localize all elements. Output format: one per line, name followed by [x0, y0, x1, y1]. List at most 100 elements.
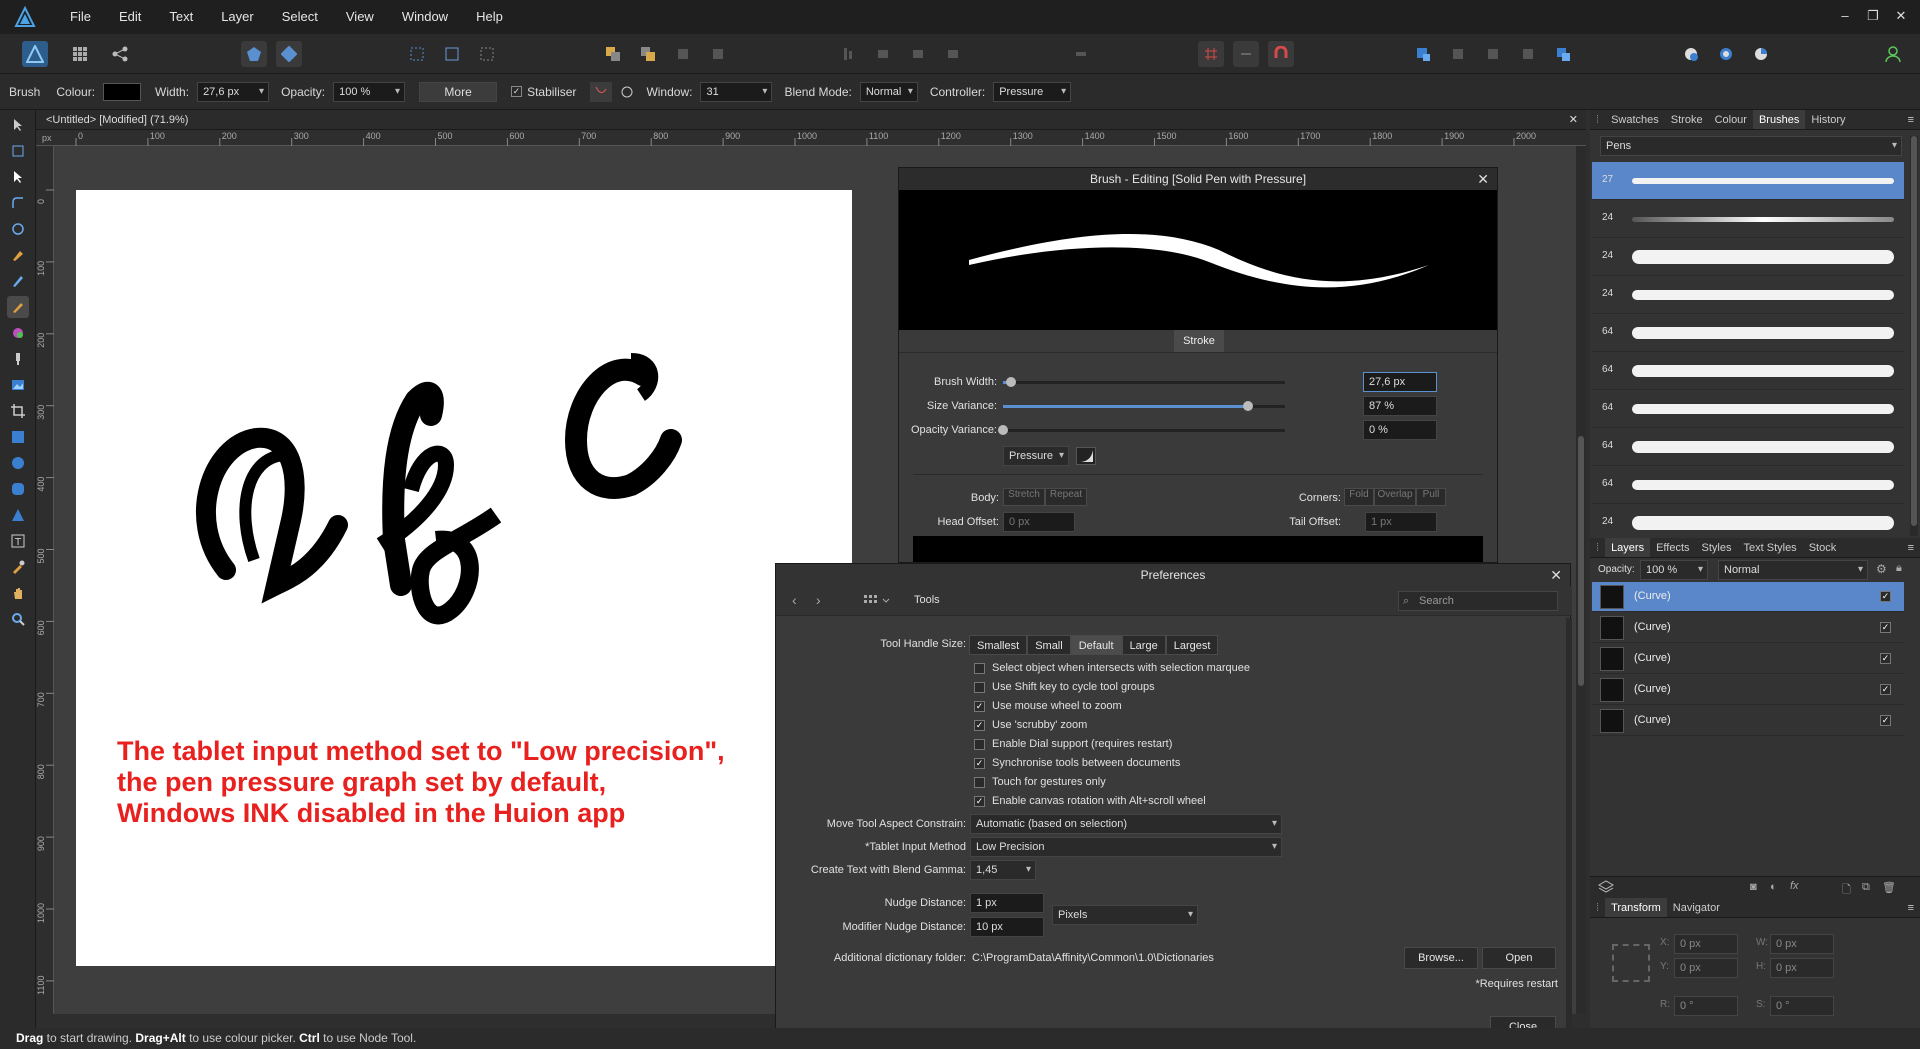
boolean-add-icon[interactable] — [1445, 41, 1471, 67]
preferences-close-icon[interactable]: ✕ — [1550, 564, 1562, 586]
corners-overlap-option[interactable]: Overlap — [1374, 488, 1416, 506]
brush-item[interactable]: 27 — [1592, 162, 1904, 200]
panel-grip[interactable]: ⁞ — [1590, 898, 1605, 917]
layer-lock-icon[interactable]: 🔒︎ — [1896, 562, 1902, 575]
panel-grip[interactable]: ⁞ — [1590, 538, 1605, 557]
size-variance-slider[interactable] — [1003, 401, 1285, 411]
corner-tool-icon[interactable] — [7, 192, 29, 214]
stabiliser-checkbox[interactable]: ✓ — [511, 86, 523, 97]
layer-row[interactable]: (Curve) ✓ — [1592, 675, 1904, 705]
brush-width-field[interactable]: 27,6 px — [1363, 372, 1437, 392]
layer-visibility-checkbox[interactable]: ✓ — [1880, 591, 1891, 602]
layer-row[interactable]: (Curve) ✓ — [1592, 706, 1904, 736]
menu-help[interactable]: Help — [462, 0, 517, 34]
panel-grip[interactable]: ⁞ — [1590, 110, 1605, 129]
pref-checkbox[interactable] — [974, 663, 985, 674]
colour-picker-icon[interactable] — [7, 556, 29, 578]
align-top-icon[interactable] — [940, 41, 966, 67]
text-tool-icon[interactable]: T — [7, 530, 29, 552]
layer-visibility-checkbox[interactable]: ✓ — [1880, 653, 1891, 664]
handle-size-large[interactable]: Large — [1121, 635, 1166, 655]
pref-checkbox[interactable]: ✓ — [974, 701, 985, 712]
node-tool-icon[interactable] — [7, 166, 29, 188]
fx-icon[interactable]: fx — [1790, 880, 1799, 892]
colour-swatch[interactable] — [103, 82, 142, 101]
brush-category-select[interactable]: Pens — [1600, 136, 1902, 156]
pref-checkbox[interactable]: ✓ — [974, 720, 985, 731]
preferences-icon[interactable] — [276, 41, 302, 67]
brush-item[interactable]: 64 — [1592, 466, 1904, 504]
panel-menu-icon[interactable]: ≡ — [1902, 110, 1920, 129]
grid-view-icon[interactable] — [864, 593, 892, 609]
crop-tool-icon[interactable] — [7, 400, 29, 422]
designer-persona-icon[interactable] — [22, 41, 48, 67]
rounded-rect-tool-icon[interactable] — [7, 478, 29, 500]
minimize-icon[interactable]: ‒ — [1832, 0, 1858, 34]
pen-tool-icon[interactable] — [7, 244, 29, 266]
document-tab[interactable]: <Untitled> [Modified] (71.9%) ✕ — [36, 110, 1586, 130]
head-offset-field[interactable]: 0 px — [1003, 512, 1075, 532]
point-transform-icon[interactable] — [7, 218, 29, 240]
handle-size-small[interactable]: Small — [1027, 635, 1071, 655]
vector-brush-tool-icon[interactable] — [7, 296, 29, 318]
menu-file[interactable]: File — [56, 0, 105, 34]
view-mode-icon-3[interactable] — [1748, 41, 1774, 67]
transform-y-field[interactable]: 0 px — [1674, 958, 1738, 978]
handle-size-smallest[interactable]: Smallest — [969, 635, 1028, 655]
brush-item[interactable]: 24 — [1592, 276, 1904, 314]
pref-checkbox[interactable]: ✓ — [974, 758, 985, 769]
panel-tab-swatches[interactable]: Swatches — [1605, 110, 1665, 129]
arrange-back-icon[interactable] — [600, 41, 626, 67]
transform-icon[interactable] — [1068, 41, 1094, 67]
arrange-forward-icon[interactable] — [635, 41, 661, 67]
menu-layer[interactable]: Layer — [207, 0, 268, 34]
corners-pull-option[interactable]: Pull — [1416, 488, 1446, 506]
panel-tab-stroke[interactable]: Stroke — [1665, 110, 1709, 129]
rope-mode-icon[interactable] — [590, 81, 613, 102]
nudge-distance-field[interactable]: 1 px — [970, 893, 1044, 913]
body-stretch-option[interactable]: Stretch — [1003, 488, 1045, 506]
open-button[interactable]: Open — [1482, 947, 1556, 969]
nudge-units-select[interactable]: Pixels — [1052, 905, 1198, 925]
artboard[interactable] — [76, 190, 852, 966]
adjustment-icon[interactable]: ◐ — [1770, 881, 1777, 893]
opacity-variance-field[interactable]: 0 % — [1363, 420, 1437, 440]
width-field[interactable]: 27,6 px — [197, 81, 270, 102]
corners-fold-option[interactable]: Fold — [1344, 488, 1374, 506]
panel-tab-history[interactable]: History — [1805, 110, 1851, 129]
assistant-icon[interactable] — [241, 41, 267, 67]
snapping-magnet-icon[interactable] — [1268, 41, 1294, 67]
panel-tab-navigator[interactable]: Navigator — [1667, 898, 1726, 917]
artboard-tool-icon[interactable] — [7, 140, 29, 162]
account-icon[interactable] — [1880, 41, 1906, 67]
layers-blend-select[interactable]: Normal — [1718, 560, 1868, 580]
layer-visibility-checkbox[interactable]: ✓ — [1880, 622, 1891, 633]
view-mode-icon-2[interactable] — [1713, 41, 1739, 67]
handle-size-largest[interactable]: Largest — [1165, 635, 1219, 655]
zoom-tool-icon[interactable] — [7, 608, 29, 630]
pref-checkbox[interactable] — [974, 777, 985, 788]
move-tool-aspect-select[interactable]: Automatic (based on selection) — [970, 814, 1282, 834]
brush-dialog-close-icon[interactable]: ✕ — [1477, 168, 1489, 190]
move-tool-icon[interactable] — [7, 114, 29, 136]
transform-anchor-icon[interactable] — [1612, 944, 1650, 982]
brush-item[interactable]: 24 — [1592, 200, 1904, 238]
brush-width-slider[interactable] — [1003, 377, 1285, 387]
body-repeat-option[interactable]: Repeat — [1045, 488, 1087, 506]
close-window-icon[interactable]: ✕ — [1888, 0, 1914, 34]
brush-item[interactable]: 24 — [1592, 504, 1904, 542]
panel-tab-brushes[interactable]: Brushes — [1752, 110, 1806, 129]
export-persona-icon[interactable] — [107, 41, 133, 67]
ellipse-tool-icon[interactable] — [7, 452, 29, 474]
pressure-controller-select[interactable]: Pressure — [1003, 446, 1069, 466]
snap-options-icon[interactable] — [1233, 41, 1259, 67]
layer-visibility-checkbox[interactable]: ✓ — [1880, 715, 1891, 726]
transform-w-field[interactable]: 0 px — [1770, 934, 1834, 954]
rectangle-tool-icon[interactable] — [7, 426, 29, 448]
browse-button[interactable]: Browse... — [1404, 947, 1478, 969]
brush-item[interactable]: 64 — [1592, 352, 1904, 390]
arrange-icon-4[interactable] — [705, 41, 731, 67]
panel-tab-styles[interactable]: Styles — [1696, 538, 1738, 557]
snap-grid-icon[interactable] — [1198, 41, 1224, 67]
transform-h-field[interactable]: 0 px — [1770, 958, 1834, 978]
